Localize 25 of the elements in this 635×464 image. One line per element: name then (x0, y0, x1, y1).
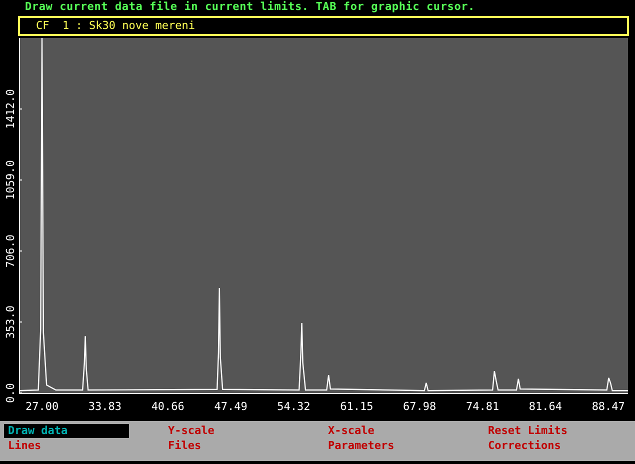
x-axis-label: 81.64 (528, 400, 562, 413)
menu-item[interactable]: Lines (4, 439, 129, 453)
x-axis-label: 40.66 (151, 400, 184, 413)
status-message: Draw current data file in current limits. TAB for graphic cursor. (24, 0, 476, 14)
current-file-field: CF 1 : Sk30 nove mereni (18, 16, 629, 36)
menu-item[interactable]: X-scale (324, 424, 449, 438)
menu-item[interactable]: Files (164, 439, 289, 453)
y-axis-label: 706.0 (4, 234, 17, 268)
menu-item[interactable]: Corrections (484, 439, 609, 453)
x-axis-label: 54.32 (277, 400, 310, 413)
menu-item[interactable]: Y-scale (164, 424, 289, 438)
menu-item[interactable]: Parameters (324, 439, 449, 453)
x-axis-label: 74.81 (466, 400, 500, 413)
y-axis-label: 0.0 (4, 383, 17, 403)
x-axis-label: 47.49 (214, 400, 248, 413)
x-axis-label: 61.15 (340, 400, 374, 413)
menu-item[interactable]: Draw data (4, 424, 129, 438)
y-axis-label: 1412.0 (4, 89, 17, 129)
y-axis-label: 353.0 (4, 305, 17, 339)
x-axis-label: 67.98 (403, 400, 436, 413)
x-axis-label: 27.00 (25, 400, 59, 413)
y-axis-label: 1059.0 (4, 160, 17, 200)
menu-item[interactable]: Reset Limits (484, 424, 609, 438)
x-axis-label: 88.47 (592, 400, 625, 413)
x-axis-label: 33.83 (88, 400, 122, 413)
